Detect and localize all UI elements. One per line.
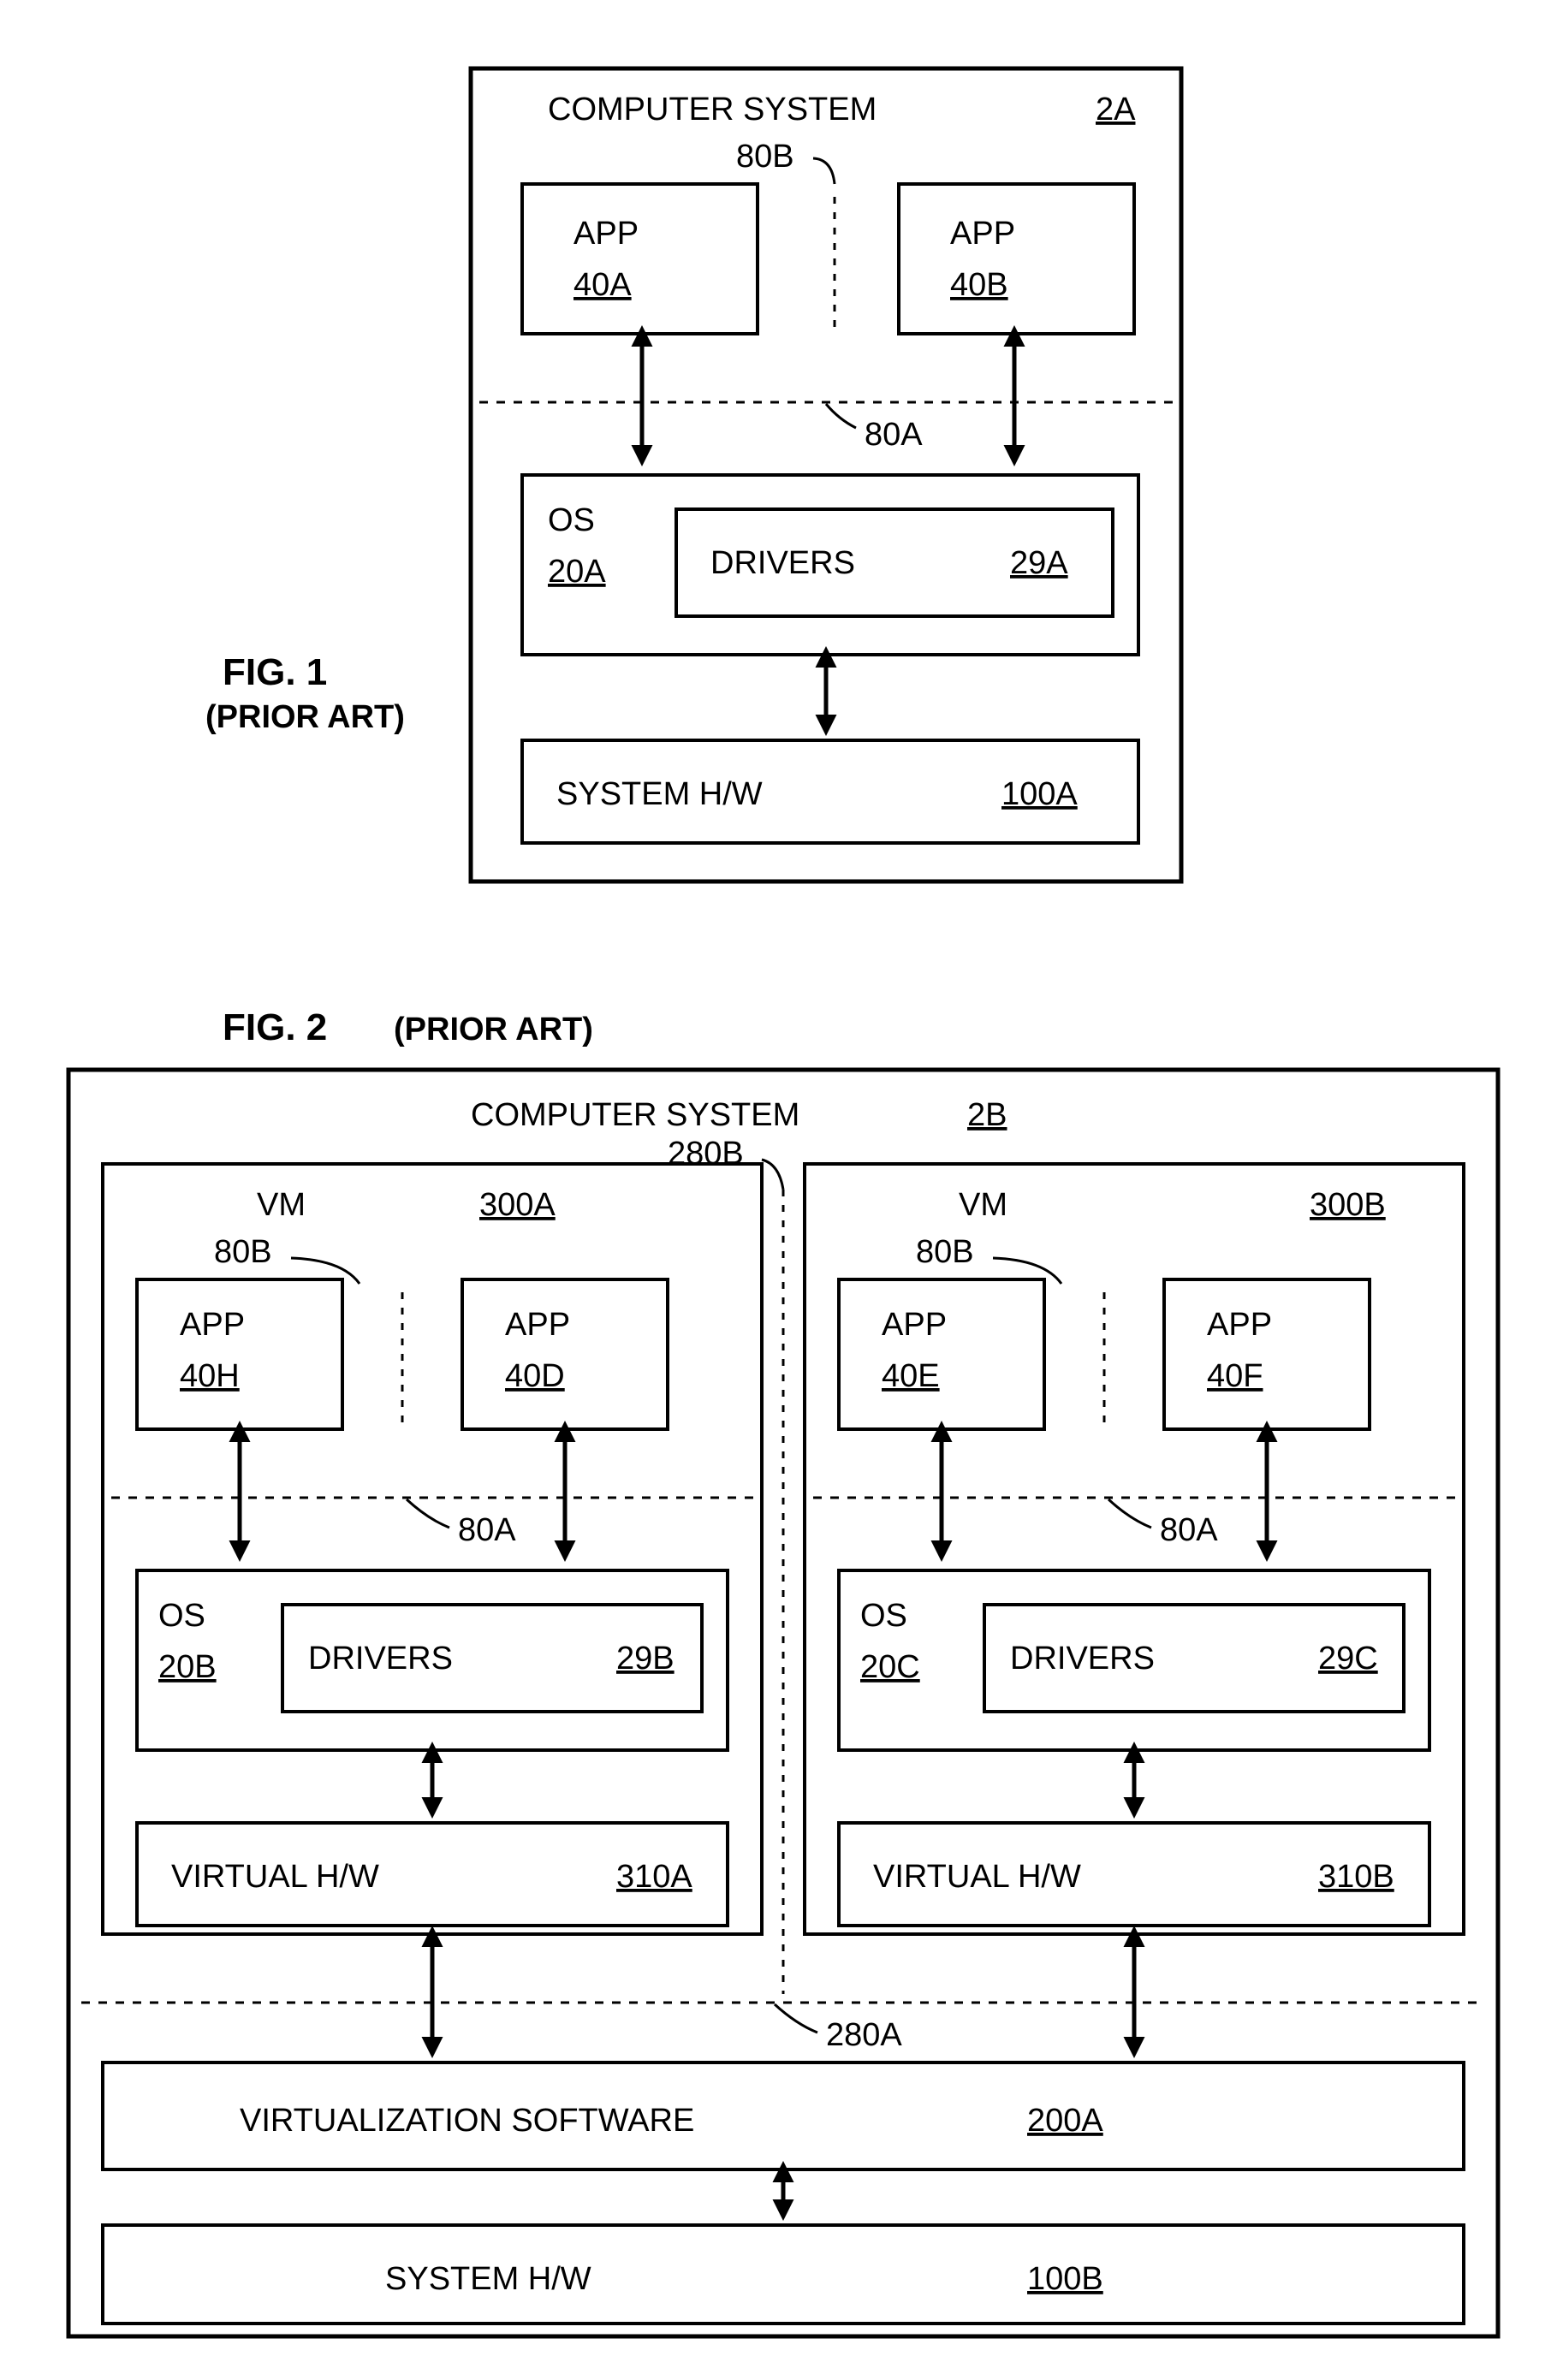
vmB-app1-ref: 40E [882, 1358, 940, 1394]
fig2: COMPUTER SYSTEM 2B 280B VM 300A 80B APP … [68, 1070, 1498, 2336]
fig1-title-ref: 2A [1096, 92, 1136, 128]
fig2-vmB: VM 300B 80B APP 40E APP 40F 80A OS 20C D… [805, 1164, 1464, 1934]
vmB-os-ref: 20C [860, 1649, 920, 1685]
vmA-app2-label: APP [505, 1307, 570, 1343]
fig1-title: COMPUTER SYSTEM [548, 92, 877, 128]
vmB-app2-ref: 40F [1207, 1358, 1263, 1394]
fig1-os-ref: 20A [548, 554, 606, 590]
fig2-hw-label: SYSTEM H/W [385, 2261, 591, 2297]
vmA-app1-ref: 40H [180, 1358, 240, 1394]
fig1-drivers-ref: 29A [1010, 545, 1068, 581]
vmA-drivers-label: DRIVERS [308, 1641, 453, 1677]
fig2-hw-ref: 100B [1027, 2261, 1103, 2297]
fig2-vmA: VM 300A 80B APP 40H APP 40D 80A OS 20B D… [103, 1164, 762, 1934]
fig2-hw-box [103, 2225, 1464, 2324]
vmB-os-label: OS [860, 1598, 907, 1634]
vmA-ref-80a: 80A [458, 1512, 516, 1548]
vmB-app1-box [839, 1279, 1044, 1429]
fig2-ref-280a: 280A [826, 2017, 902, 2053]
fig2-subcaption: (PRIOR ART) [394, 1012, 593, 1048]
vmB-app2-box [1164, 1279, 1370, 1429]
vmB-drivers-label: DRIVERS [1010, 1641, 1155, 1677]
vmA-ref-80b: 80B [214, 1234, 272, 1270]
fig1-app2-label: APP [950, 216, 1015, 252]
fig2-title: COMPUTER SYSTEM [471, 1097, 799, 1133]
fig1-caption: FIG. 1 [223, 651, 327, 693]
diagram-canvas: FIG. 1 (PRIOR ART) COMPUTER SYSTEM 2A 80… [0, 0, 1563, 2380]
fig1: FIG. 1 (PRIOR ART) COMPUTER SYSTEM 2A 80… [205, 68, 1181, 881]
vmA-hw-label: VIRTUAL H/W [171, 1859, 379, 1895]
vmB-title: VM [959, 1187, 1007, 1223]
vmB-ref-80b: 80B [916, 1234, 974, 1270]
vmB-hw-ref: 310B [1318, 1859, 1394, 1895]
vmB-hw-label: VIRTUAL H/W [873, 1859, 1081, 1895]
fig1-ref-80b: 80B [736, 139, 794, 175]
fig1-hw-ref: 100A [1001, 776, 1078, 812]
fig1-app1-label: APP [573, 216, 639, 252]
fig2-caption: FIG. 2 [223, 1006, 327, 1048]
fig2-title-ref: 2B [967, 1097, 1007, 1133]
vmA-app1-box [137, 1279, 342, 1429]
vmA-title: VM [257, 1187, 306, 1223]
vmA-os-label: OS [158, 1598, 205, 1634]
vmA-os-ref: 20B [158, 1649, 217, 1685]
fig1-drivers-label: DRIVERS [710, 545, 855, 581]
vmB-app1-label: APP [882, 1307, 947, 1343]
vmA-ref: 300A [479, 1187, 556, 1223]
fig1-app1-ref: 40A [573, 267, 632, 303]
fig1-app2-ref: 40B [950, 267, 1008, 303]
fig2-virt-label: VIRTUALIZATION SOFTWARE [240, 2103, 694, 2139]
fig1-app1-box [522, 184, 758, 334]
vmB-ref: 300B [1310, 1187, 1386, 1223]
vmB-ref-80a: 80A [1160, 1512, 1218, 1548]
fig2-virt-ref: 200A [1027, 2103, 1103, 2139]
fig1-ref-80a: 80A [865, 417, 923, 453]
vmA-hw-ref: 310A [616, 1859, 692, 1895]
fig1-hw-label: SYSTEM H/W [556, 776, 763, 812]
fig1-subcaption: (PRIOR ART) [205, 699, 405, 735]
vmA-app2-ref: 40D [505, 1358, 565, 1394]
vmA-app2-box [462, 1279, 668, 1429]
vmB-app2-label: APP [1207, 1307, 1272, 1343]
fig1-app2-box [899, 184, 1134, 334]
vmA-drivers-ref: 29B [616, 1641, 675, 1677]
vmA-app1-label: APP [180, 1307, 245, 1343]
vmB-drivers-ref: 29C [1318, 1641, 1378, 1677]
fig1-os-label: OS [548, 502, 595, 538]
